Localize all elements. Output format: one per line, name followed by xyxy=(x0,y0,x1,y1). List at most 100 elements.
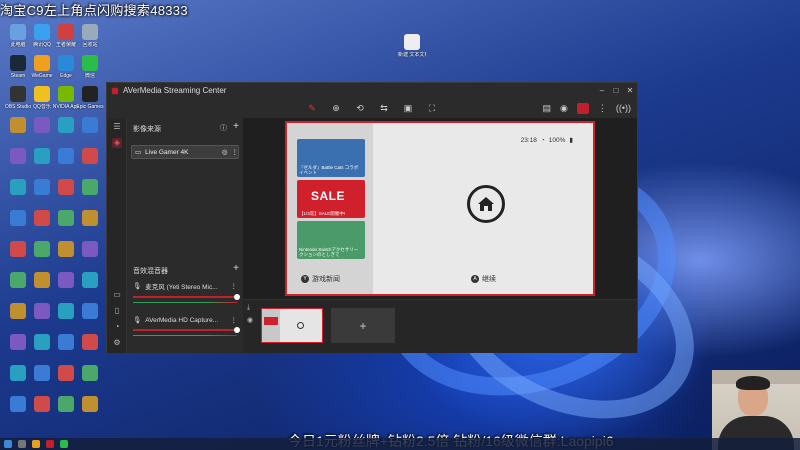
screenshot-icon[interactable]: ▣ xyxy=(402,103,414,114)
add-scene-button[interactable]: + xyxy=(331,308,395,343)
desktop-shortcut[interactable]: 微信 xyxy=(76,55,104,79)
wechat-taskbar-icon[interactable] xyxy=(60,440,68,448)
capture-device-icon: ▭ xyxy=(135,149,142,156)
channel-name: AVerMedia HD Capture... xyxy=(145,316,219,324)
desktop-shortcut[interactable] xyxy=(76,241,104,259)
source-item[interactable]: ▭ Live Gamer 4K ◎ ⋮ xyxy=(131,145,239,159)
right-toolbar: ▤ ◉ ⋮ ((•)) xyxy=(542,98,631,118)
channel-more-icon[interactable]: ⋮ xyxy=(231,282,238,290)
app-logo-icon xyxy=(111,87,119,94)
volume-slider[interactable] xyxy=(133,327,240,333)
rotate-icon[interactable]: ⟲ xyxy=(354,103,366,114)
desktop-shortcut[interactable]: 回收站 xyxy=(76,24,104,48)
continue-button[interactable]: A 继续 xyxy=(471,274,496,284)
sources-icon[interactable]: ◈ xyxy=(112,138,122,148)
camera-icon[interactable]: ◉ xyxy=(560,103,568,114)
settings-icon[interactable]: ⚙ xyxy=(112,338,122,348)
app-icon xyxy=(10,303,26,319)
maximize-icon[interactable]: □ xyxy=(609,86,623,95)
stream-icon[interactable]: ((•)) xyxy=(616,103,631,113)
app-icon xyxy=(58,272,74,288)
scene-thumbnail[interactable] xyxy=(261,308,323,343)
app-icon xyxy=(58,303,74,319)
avermedia-taskbar-icon[interactable] xyxy=(46,440,54,448)
app-icon xyxy=(10,179,26,195)
desktop-shortcut[interactable]: Epic Games xyxy=(76,86,104,110)
info-icon[interactable]: ⓘ xyxy=(220,123,227,133)
clock-time: 23:18 xyxy=(520,136,537,144)
desktop-shortcut[interactable] xyxy=(76,272,104,290)
desktop-shortcut[interactable] xyxy=(76,365,104,383)
wifi-icon: ◔ xyxy=(540,136,545,144)
mixer-header: 音效混音器 xyxy=(133,268,168,275)
app-icon xyxy=(10,210,26,226)
source-more-icon[interactable]: ⋮ xyxy=(232,148,239,156)
app-icon xyxy=(82,334,98,350)
zoom-icon[interactable]: ⊕ xyxy=(330,103,342,114)
minimize-icon[interactable]: – xyxy=(595,86,609,95)
desktop-shortcut-label: Epic Games xyxy=(76,104,104,110)
preview-area: 『ゼルダ』Battle Cats コラボ イベント SALE 【1/3迄】SAL… xyxy=(243,118,637,299)
volume-knob[interactable] xyxy=(233,294,240,300)
app-icon xyxy=(34,148,50,164)
title-bar[interactable]: AVerMedia Streaming Center – □ ✕ xyxy=(107,83,637,98)
app-icon xyxy=(10,241,26,257)
app-icon xyxy=(34,55,50,71)
start-icon[interactable] xyxy=(4,440,12,448)
app-icon xyxy=(58,86,74,102)
news-thumb[interactable]: Nintendo Switchアクセサリー クションのとしきて xyxy=(297,221,365,259)
download-icon[interactable]: ⤓ xyxy=(247,304,250,312)
app-icon xyxy=(34,396,50,412)
app-icon xyxy=(82,241,98,257)
layout-icon[interactable]: ▤ xyxy=(542,103,551,114)
battery-icon: ▮ xyxy=(569,137,573,144)
close-icon[interactable]: ✕ xyxy=(623,86,637,95)
user-icon[interactable]: ◔ xyxy=(112,322,122,332)
fit-icon[interactable]: ⛶ xyxy=(426,103,438,114)
pen-icon[interactable]: ✎ xyxy=(306,103,318,114)
app-icon xyxy=(58,210,74,226)
visibility-icon[interactable]: ◎ xyxy=(222,148,228,156)
news-button[interactable]: Y 游戏新闻 xyxy=(301,274,340,284)
desktop-shortcut[interactable] xyxy=(76,117,104,135)
game-preview[interactable]: 『ゼルダ』Battle Cats コラボ イベント SALE 【1/3迄】SAL… xyxy=(285,121,595,296)
a-button-icon: A xyxy=(471,275,479,283)
search-icon[interactable] xyxy=(18,440,26,448)
news-thumb[interactable]: 『ゼルダ』Battle Cats コラボ イベント xyxy=(297,139,365,177)
add-source-button[interactable]: + xyxy=(233,121,239,132)
app-icon xyxy=(10,272,26,288)
desktop-shortcut[interactable] xyxy=(76,179,104,197)
desktop-shortcut[interactable]: 新建 文本文档 xyxy=(398,34,426,58)
app-icon xyxy=(404,34,420,50)
volume-slider[interactable] xyxy=(133,294,240,300)
record-icon[interactable] xyxy=(576,102,589,114)
home-icon[interactable] xyxy=(467,185,505,223)
more-icon[interactable]: ⋮ xyxy=(598,103,607,114)
add-audio-button[interactable]: + xyxy=(233,263,239,274)
desktop-shortcut-label: 新建 文本文档 xyxy=(398,52,426,58)
app-icon xyxy=(34,179,50,195)
flip-icon[interactable]: ⇆ xyxy=(378,103,390,114)
menu-icon[interactable]: ☰ xyxy=(112,122,122,132)
desktop-shortcut[interactable] xyxy=(76,148,104,166)
news-button-label: 游戏新闻 xyxy=(312,276,340,283)
display-icon[interactable]: ▭ xyxy=(112,290,122,300)
news-thumb[interactable]: SALE 【1/3迄】SALE開催中! xyxy=(297,180,365,218)
app-icon xyxy=(10,396,26,412)
channel-more-icon[interactable]: ⋮ xyxy=(231,316,238,324)
eye-icon[interactable]: ◉ xyxy=(247,316,253,324)
app-icon xyxy=(82,365,98,381)
news-caption: 【1/3迄】SALE開催中! xyxy=(299,211,346,216)
desktop-shortcut[interactable] xyxy=(76,396,104,414)
desktop-shortcut[interactable] xyxy=(76,210,104,228)
app-icon xyxy=(82,210,98,226)
explorer-icon[interactable] xyxy=(32,440,40,448)
volume-knob[interactable] xyxy=(233,327,240,333)
desktop-shortcut[interactable] xyxy=(76,303,104,321)
app-icon xyxy=(34,24,50,40)
file-icon[interactable]: ▯ xyxy=(112,306,122,316)
desktop-shortcut[interactable] xyxy=(76,334,104,352)
status-bar: 23:18 ◔ 100% ▮ xyxy=(520,136,573,145)
app-icon xyxy=(34,86,50,102)
app-icon xyxy=(34,303,50,319)
